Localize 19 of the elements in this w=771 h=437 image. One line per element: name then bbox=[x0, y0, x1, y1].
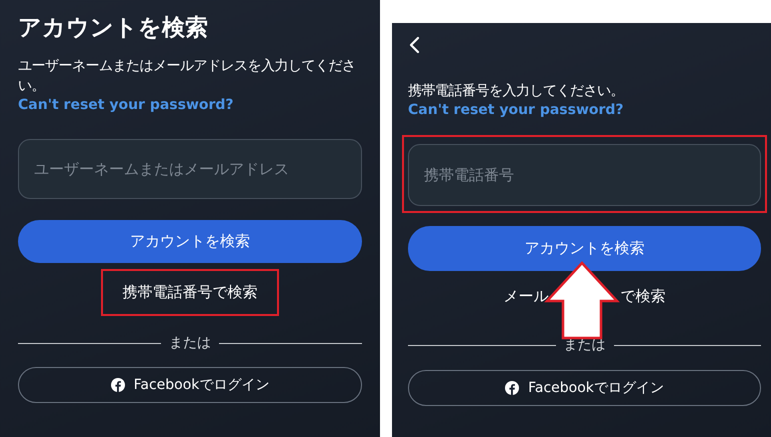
instruction-text: ユーザーネームまたはメールアドレスを入力してください。 bbox=[18, 57, 356, 96]
divider-label: または bbox=[564, 336, 606, 354]
back-button[interactable] bbox=[408, 36, 420, 54]
facebook-login-button[interactable]: Facebookでログイン bbox=[408, 370, 761, 406]
instruction-text: 携帯電話番号を入力してください。 bbox=[408, 82, 625, 101]
help-link[interactable]: Can't reset your password? bbox=[18, 96, 234, 114]
page-title: アカウントを検索 bbox=[18, 14, 209, 43]
search-by-link[interactable]: メール で検索 bbox=[504, 287, 666, 306]
input-field[interactable]: ユーザーネームまたはメールアドレス bbox=[18, 139, 362, 199]
search-button[interactable]: アカウントを検索 bbox=[18, 220, 362, 263]
search-button[interactable]: アカウントを検索 bbox=[408, 226, 761, 271]
divider-label: または bbox=[169, 334, 211, 352]
chevron-left-icon bbox=[408, 36, 420, 54]
input-field[interactable]: 携帯電話番号 bbox=[408, 144, 761, 206]
facebook-icon bbox=[110, 378, 125, 392]
facebook-icon bbox=[505, 381, 520, 395]
help-link[interactable]: Can't reset your password? bbox=[408, 101, 624, 119]
search-by-link[interactable]: 携帯電話番号で検索 bbox=[122, 283, 258, 302]
facebook-login-button[interactable]: Facebookでログイン bbox=[18, 367, 362, 403]
